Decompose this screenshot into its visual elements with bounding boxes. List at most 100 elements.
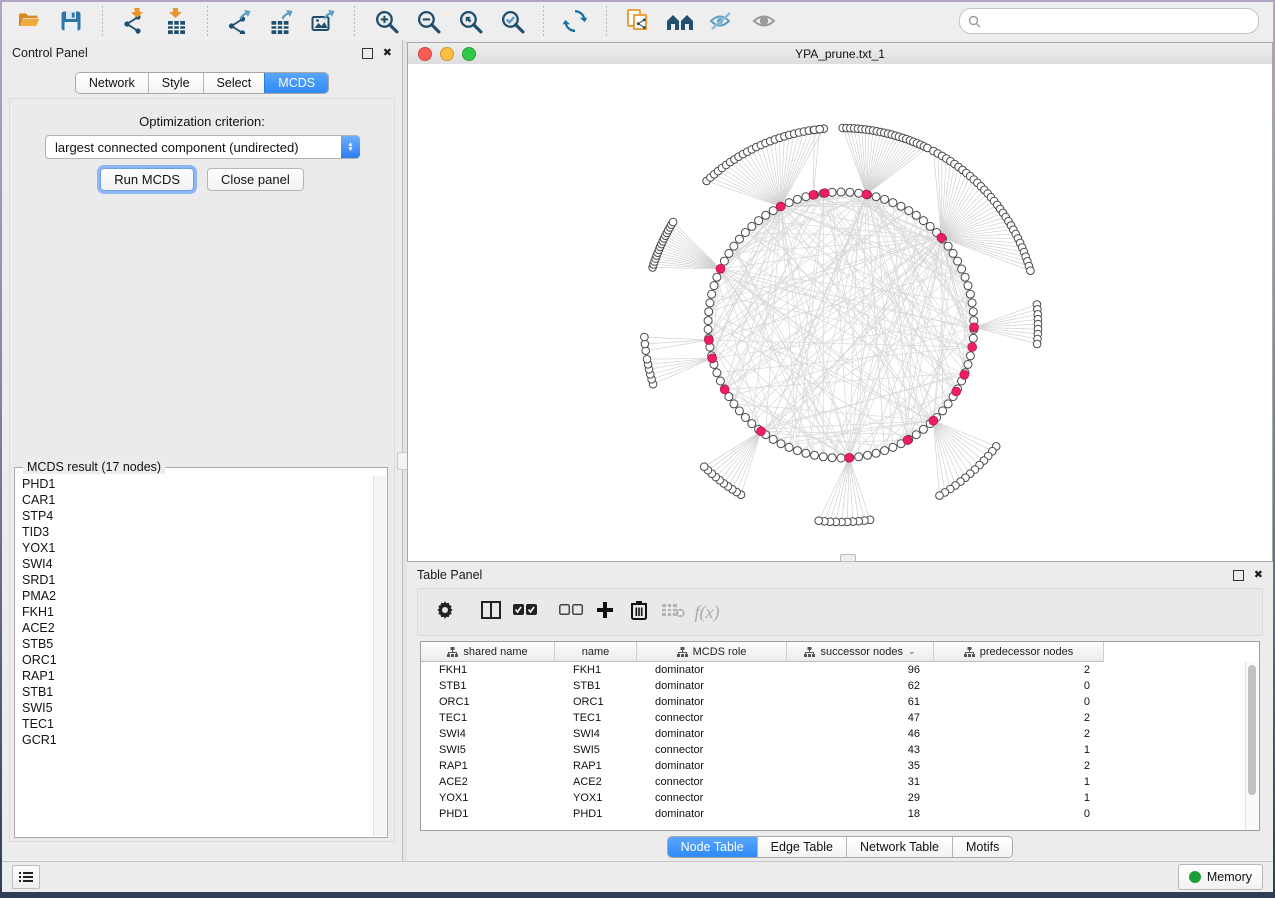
graph-node[interactable]	[881, 447, 889, 455]
graph-node[interactable]	[769, 435, 777, 443]
graph-node[interactable]	[966, 290, 974, 298]
graph-node[interactable]	[819, 453, 827, 461]
graph-hub-node[interactable]	[937, 233, 946, 242]
graph-node[interactable]	[964, 282, 972, 290]
table-row[interactable]: ORC1ORC1dominator610	[421, 694, 1246, 710]
graph-satellite-node[interactable]	[641, 333, 649, 341]
delete-column-button[interactable]	[627, 600, 651, 624]
graph-node[interactable]	[837, 454, 845, 462]
copy-network-button[interactable]	[617, 5, 659, 37]
import-table-button[interactable]	[155, 5, 197, 37]
graph-node[interactable]	[846, 188, 854, 196]
column-header-name[interactable]: name	[555, 642, 637, 662]
graph-hub-node[interactable]	[968, 343, 977, 352]
graph-hub-node[interactable]	[845, 453, 854, 462]
tab-select[interactable]: Select	[203, 73, 265, 93]
graph-node[interactable]	[730, 242, 738, 250]
graph-node[interactable]	[912, 211, 920, 219]
graph-node[interactable]	[716, 377, 724, 385]
task-history-button[interactable]	[12, 865, 40, 889]
graph-node[interactable]	[713, 273, 721, 281]
graph-hub-node[interactable]	[809, 191, 818, 200]
network-window-titlebar[interactable]: YPA_prune.txt_1	[408, 43, 1272, 65]
graph-satellite-node[interactable]	[700, 463, 708, 471]
graph-node[interactable]	[944, 242, 952, 250]
search-input[interactable]	[981, 13, 1250, 29]
table-row[interactable]: YOX1YOX1connector291	[421, 790, 1246, 806]
graph-node[interactable]	[741, 414, 749, 422]
graph-node[interactable]	[710, 282, 718, 290]
refresh-button[interactable]	[554, 5, 596, 37]
result-list-scrollbar[interactable]	[373, 476, 386, 836]
first-neighbors-button[interactable]	[659, 5, 701, 37]
mcds-result-item[interactable]: TID3	[22, 524, 374, 540]
mcds-result-item[interactable]: STB5	[22, 636, 374, 652]
tab-network[interactable]: Network	[76, 73, 148, 93]
horizontal-splitter-handle[interactable]	[840, 554, 856, 562]
table-scrollbar[interactable]	[1245, 662, 1259, 830]
close-table-panel-icon[interactable]: ✖	[1254, 570, 1263, 581]
graph-node[interactable]	[949, 249, 957, 257]
table-row[interactable]: FKH1FKH1dominator962	[421, 662, 1246, 678]
graph-hub-node[interactable]	[720, 385, 729, 394]
graph-hub-node[interactable]	[960, 370, 969, 379]
tab-node-table[interactable]: Node Table	[668, 837, 757, 857]
graph-node[interactable]	[708, 290, 716, 298]
graph-node[interactable]	[755, 217, 763, 225]
graph-node[interactable]	[811, 451, 819, 459]
graph-node[interactable]	[785, 443, 793, 451]
delete-table-button[interactable]	[661, 600, 685, 624]
graph-satellite-node[interactable]	[1033, 340, 1041, 348]
mcds-result-item[interactable]: ACE2	[22, 620, 374, 636]
graph-hub-node[interactable]	[929, 416, 938, 425]
export-table-button[interactable]	[260, 5, 302, 37]
table-row[interactable]: SWI4SWI4dominator462	[421, 726, 1246, 742]
table-row[interactable]: TEC1TEC1connector472	[421, 710, 1246, 726]
tab-network-table[interactable]: Network Table	[846, 837, 952, 857]
zoom-out-button[interactable]	[407, 5, 449, 37]
graph-hub-node[interactable]	[708, 354, 717, 363]
graph-satellite-node[interactable]	[815, 517, 823, 525]
graph-node[interactable]	[793, 195, 801, 203]
graph-node[interactable]	[735, 407, 743, 415]
graph-node[interactable]	[864, 451, 872, 459]
graph-node[interactable]	[961, 273, 969, 281]
graph-node[interactable]	[954, 257, 962, 265]
mcds-result-item[interactable]: STB1	[22, 684, 374, 700]
mcds-result-list[interactable]: PHD1CAR1STP4TID3YOX1SWI4SRD1PMA2FKH1ACE2…	[16, 476, 374, 836]
open-folder-button[interactable]	[8, 5, 50, 37]
table-row[interactable]: PHD1PHD1dominator180	[421, 806, 1246, 822]
show-all-button[interactable]	[743, 5, 785, 37]
zoom-in-button[interactable]	[365, 5, 407, 37]
graph-node[interactable]	[926, 222, 934, 230]
graph-node[interactable]	[944, 400, 952, 408]
graph-hub-node[interactable]	[952, 387, 961, 396]
export-network-button[interactable]	[218, 5, 260, 37]
mcds-result-item[interactable]: ORC1	[22, 652, 374, 668]
network-graph[interactable]	[408, 64, 1272, 561]
graph-satellite-node[interactable]	[669, 218, 677, 226]
graph-node[interactable]	[704, 325, 712, 333]
save-button[interactable]	[50, 5, 92, 37]
graph-node[interactable]	[793, 447, 801, 455]
graph-node[interactable]	[958, 265, 966, 273]
column-header-predecessor-nodes[interactable]: predecessor nodes	[934, 642, 1104, 662]
tab-style[interactable]: Style	[148, 73, 203, 93]
graph-node[interactable]	[720, 257, 728, 265]
graph-node[interactable]	[725, 249, 733, 257]
float-panel-icon[interactable]	[362, 48, 373, 59]
zoom-selected-button[interactable]	[491, 5, 533, 37]
table-row[interactable]: RAP1RAP1dominator352	[421, 758, 1246, 774]
graph-node[interactable]	[966, 352, 974, 360]
graph-node[interactable]	[881, 195, 889, 203]
mcds-result-item[interactable]: FKH1	[22, 604, 374, 620]
graph-node[interactable]	[964, 360, 972, 368]
mcds-result-item[interactable]: TEC1	[22, 716, 374, 732]
mcds-result-item[interactable]: YOX1	[22, 540, 374, 556]
mcds-result-item[interactable]: SRD1	[22, 572, 374, 588]
graph-node[interactable]	[968, 299, 976, 307]
graph-node[interactable]	[837, 188, 845, 196]
graph-node[interactable]	[828, 454, 836, 462]
mcds-result-item[interactable]: PMA2	[22, 588, 374, 604]
run-mcds-button[interactable]: Run MCDS	[100, 168, 194, 191]
